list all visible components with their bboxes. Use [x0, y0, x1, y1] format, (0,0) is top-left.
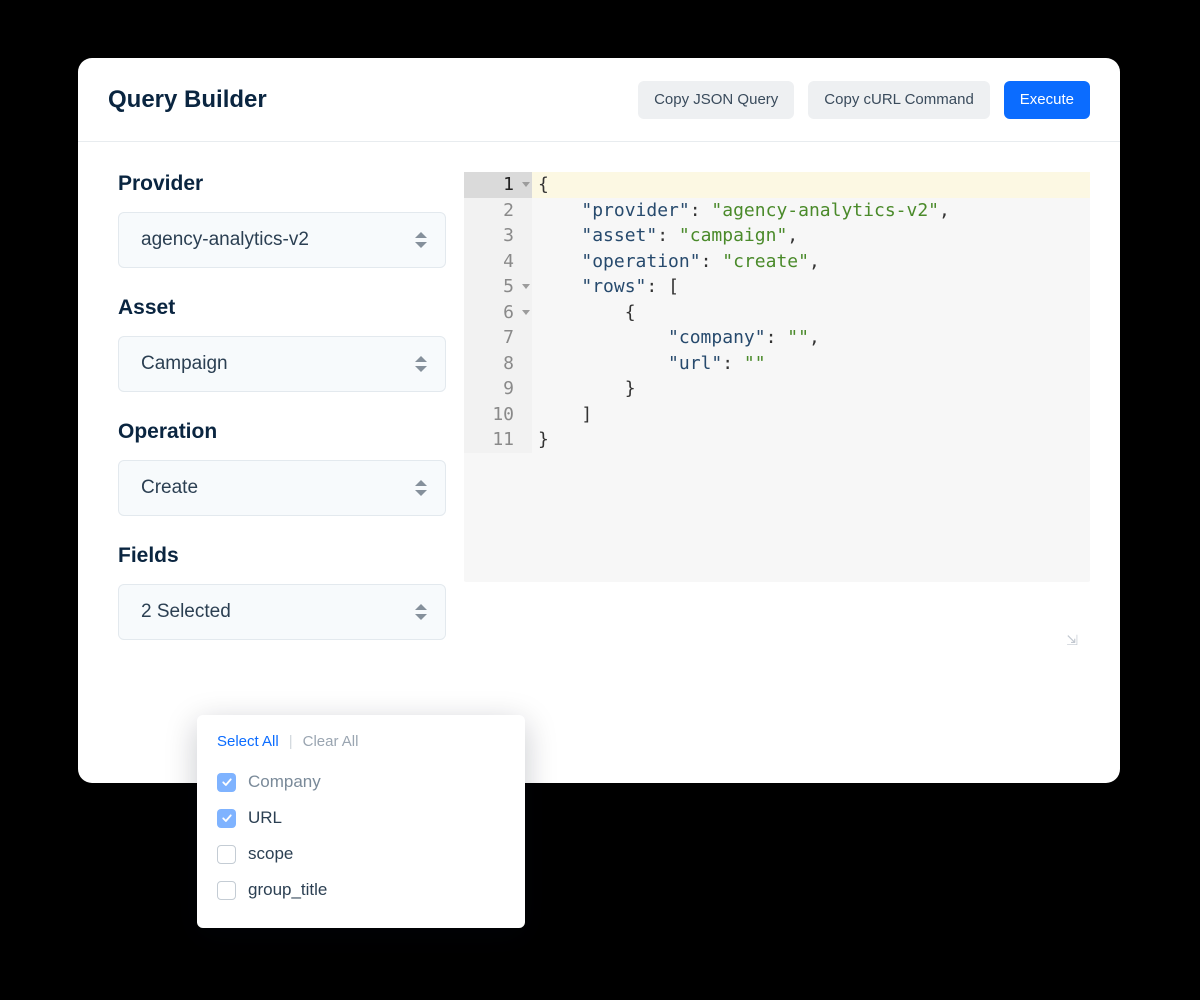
line-number: 3 — [464, 223, 532, 249]
page-title: Query Builder — [108, 86, 267, 114]
code-content[interactable]: ] — [532, 402, 592, 428]
editor-line[interactable]: 11} — [464, 427, 1090, 453]
chevron-sort-icon — [415, 479, 427, 497]
field-option[interactable]: Company — [217, 764, 505, 800]
execute-button[interactable]: Execute — [1004, 81, 1090, 119]
line-number: 1 — [464, 172, 532, 198]
code-editor[interactable]: 1{2 "provider": "agency-analytics-v2",3 … — [464, 172, 1090, 582]
operation-group: Operation Create — [118, 420, 446, 516]
field-option[interactable]: scope — [217, 836, 505, 872]
copy-curl-button[interactable]: Copy cURL Command — [808, 81, 990, 119]
editor-line[interactable]: 6 { — [464, 300, 1090, 326]
form-column: Provider agency-analytics-v2 Asset Campa… — [118, 172, 446, 668]
fields-dropdown: Select All | Clear All Company URL scope gr… — [197, 715, 525, 928]
fold-icon[interactable] — [522, 284, 530, 289]
option-label: group_title — [248, 880, 327, 900]
fold-icon[interactable] — [522, 182, 530, 187]
editor-column: 1{2 "provider": "agency-analytics-v2",3 … — [464, 172, 1090, 668]
editor-line[interactable]: 5 "rows": [ — [464, 274, 1090, 300]
line-number: 2 — [464, 198, 532, 224]
asset-select[interactable]: Campaign — [118, 336, 446, 392]
code-content[interactable]: { — [532, 300, 636, 326]
code-content[interactable]: "company": "", — [532, 325, 820, 351]
fields-group: Fields 2 Selected — [118, 544, 446, 640]
asset-label: Asset — [118, 296, 446, 320]
line-number: 7 — [464, 325, 532, 351]
code-content[interactable]: "asset": "campaign", — [532, 223, 798, 249]
editor-line[interactable]: 3 "asset": "campaign", — [464, 223, 1090, 249]
fold-icon[interactable] — [522, 310, 530, 315]
editor-line[interactable]: 7 "company": "", — [464, 325, 1090, 351]
checkbox-unchecked-icon[interactable] — [217, 881, 236, 900]
resize-handle-icon[interactable]: ⇲ — [1066, 632, 1078, 649]
editor-line[interactable]: 9 } — [464, 376, 1090, 402]
editor-line[interactable]: 1{ — [464, 172, 1090, 198]
line-number: 9 — [464, 376, 532, 402]
line-number: 8 — [464, 351, 532, 377]
chevron-sort-icon — [415, 355, 427, 373]
query-builder-card: Query Builder Copy JSON Query Copy cURL … — [78, 58, 1120, 783]
option-label: scope — [248, 844, 293, 864]
header-actions: Copy JSON Query Copy cURL Command Execut… — [638, 81, 1090, 119]
code-content[interactable]: } — [532, 427, 549, 453]
editor-line[interactable]: 8 "url": "" — [464, 351, 1090, 377]
line-number: 5 — [464, 274, 532, 300]
line-number: 4 — [464, 249, 532, 275]
fields-label: Fields — [118, 544, 446, 568]
operation-select[interactable]: Create — [118, 460, 446, 516]
operation-label: Operation — [118, 420, 446, 444]
chevron-sort-icon — [415, 231, 427, 249]
fields-value: 2 Selected — [141, 601, 231, 623]
option-label: Company — [248, 772, 321, 792]
asset-group: Asset Campaign — [118, 296, 446, 392]
clear-all-link[interactable]: Clear All — [303, 733, 359, 750]
chevron-sort-icon — [415, 603, 427, 621]
provider-select[interactable]: agency-analytics-v2 — [118, 212, 446, 268]
line-number: 10 — [464, 402, 532, 428]
provider-value: agency-analytics-v2 — [141, 229, 309, 251]
editor-line[interactable]: 4 "operation": "create", — [464, 249, 1090, 275]
line-number: 6 — [464, 300, 532, 326]
separator: | — [289, 733, 293, 750]
operation-value: Create — [141, 477, 198, 499]
dropdown-actions: Select All | Clear All — [217, 733, 505, 750]
option-label: URL — [248, 808, 282, 828]
field-option[interactable]: group_title — [217, 872, 505, 908]
code-content[interactable]: { — [532, 172, 1090, 198]
provider-group: Provider agency-analytics-v2 — [118, 172, 446, 268]
fields-select[interactable]: 2 Selected — [118, 584, 446, 640]
field-option[interactable]: URL — [217, 800, 505, 836]
editor-line[interactable]: 10 ] — [464, 402, 1090, 428]
editor-line[interactable]: 2 "provider": "agency-analytics-v2", — [464, 198, 1090, 224]
card-header: Query Builder Copy JSON Query Copy cURL … — [78, 58, 1120, 142]
card-body: Provider agency-analytics-v2 Asset Campa… — [78, 142, 1120, 668]
line-number: 11 — [464, 427, 532, 453]
select-all-link[interactable]: Select All — [217, 733, 279, 750]
checkbox-checked-icon[interactable] — [217, 809, 236, 828]
code-content[interactable]: } — [532, 376, 636, 402]
checkbox-checked-icon[interactable] — [217, 773, 236, 792]
asset-value: Campaign — [141, 353, 228, 375]
code-content[interactable]: "rows": [ — [532, 274, 679, 300]
code-content[interactable]: "provider": "agency-analytics-v2", — [532, 198, 950, 224]
options-list: Company URL scope group_title — [217, 764, 505, 908]
checkbox-unchecked-icon[interactable] — [217, 845, 236, 864]
code-content[interactable]: "operation": "create", — [532, 249, 820, 275]
provider-label: Provider — [118, 172, 446, 196]
code-content[interactable]: "url": "" — [532, 351, 766, 377]
copy-json-button[interactable]: Copy JSON Query — [638, 81, 794, 119]
